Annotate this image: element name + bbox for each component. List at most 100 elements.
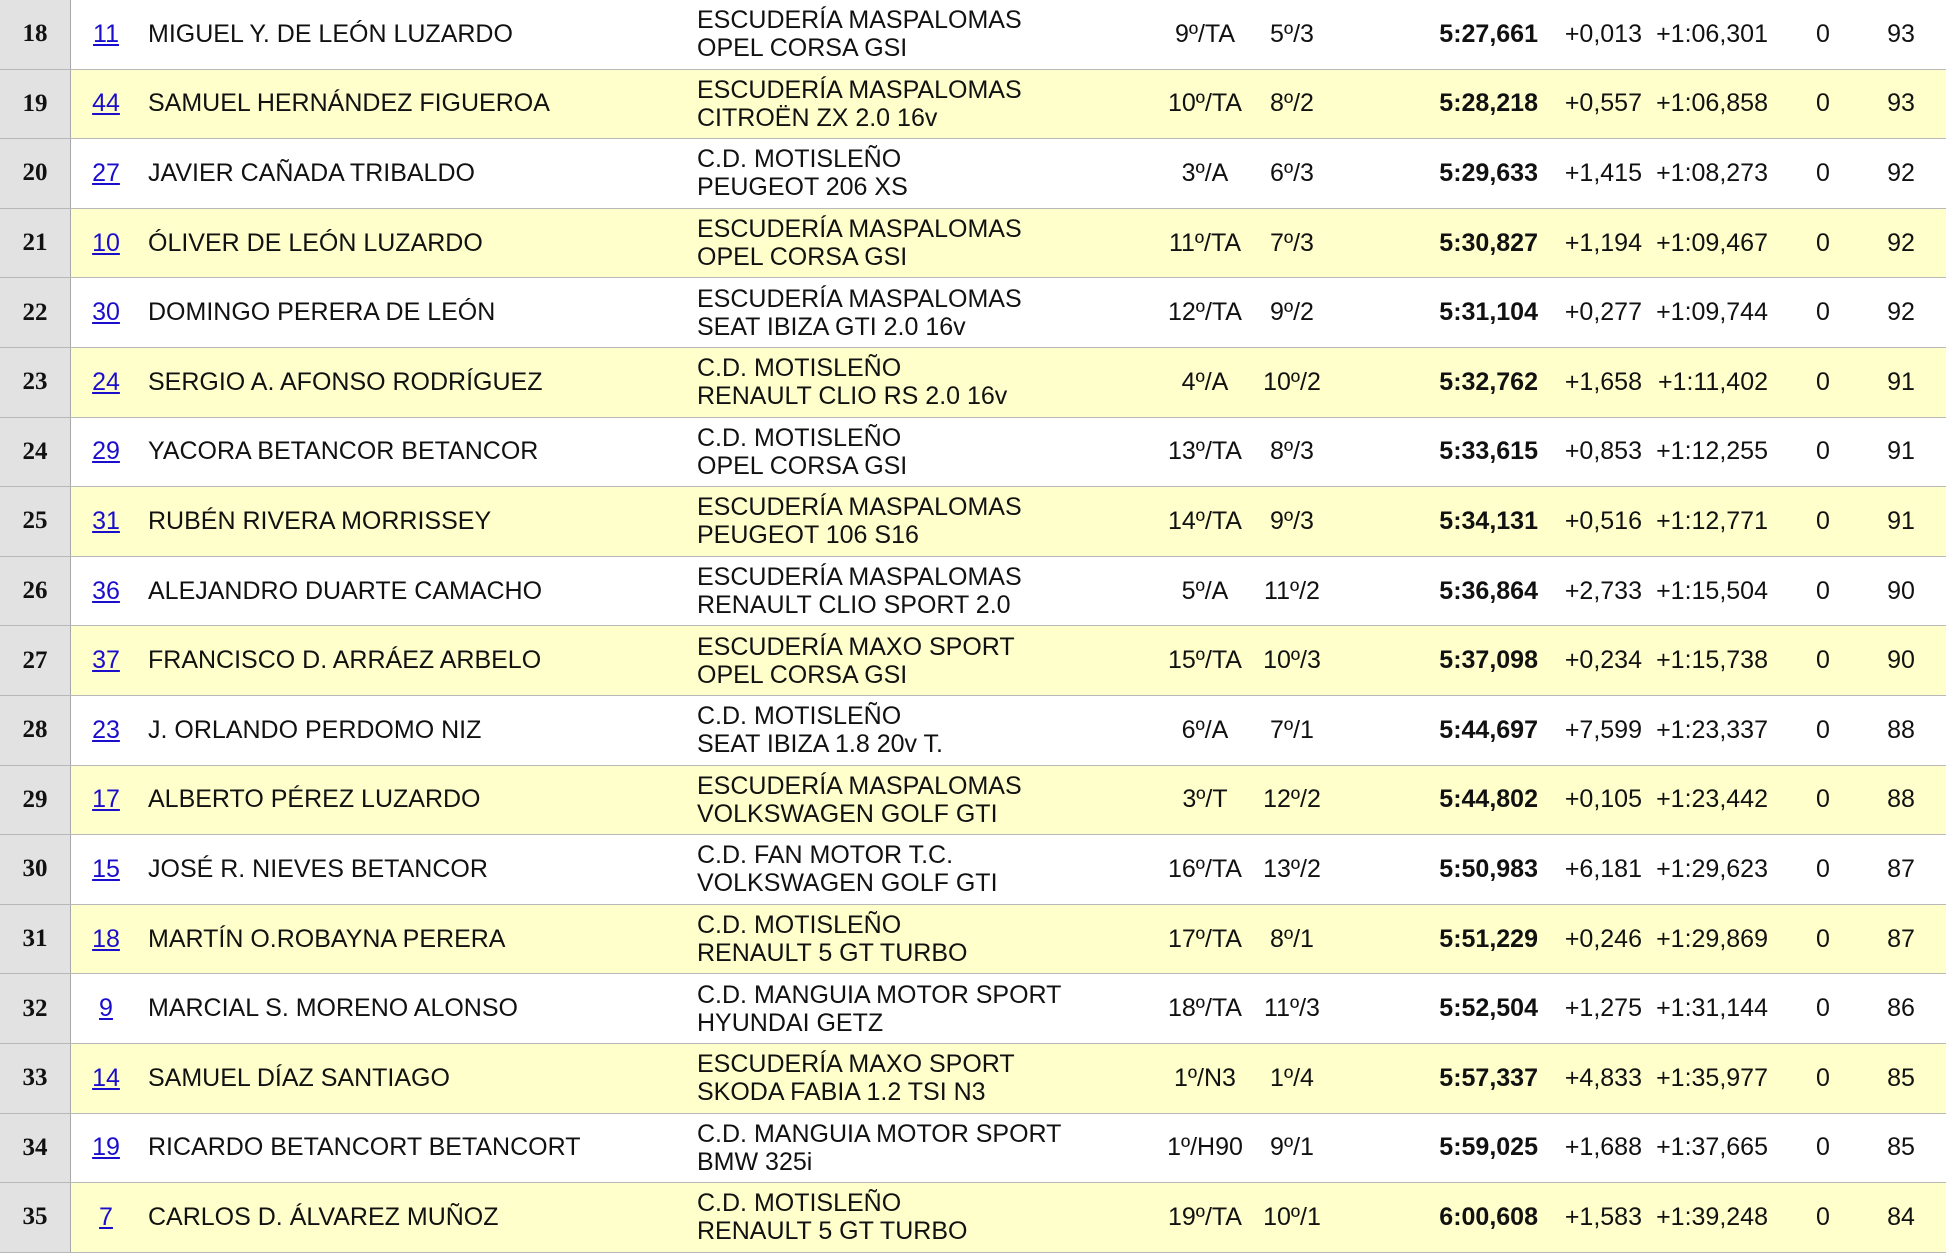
- table-row: 21 10 ÓLIVER DE LEÓN LUZARDO ESCUDERÍA MASP…: [0, 208, 1946, 279]
- diff-leader-cell: +1:06,858: [1656, 89, 1768, 118]
- team-name: C.D. MOTISLEÑO: [697, 145, 902, 174]
- car-number-link[interactable]: 29: [92, 437, 120, 466]
- team-name: ESCUDERÍA MASPALOMAS: [697, 563, 1022, 592]
- penalty-cell: 0: [1816, 367, 1830, 396]
- team-car-cell: ESCUDERÍA MASPALOMAS PEUGEOT 106 S16: [697, 487, 1097, 556]
- class-position-cell: 4º/A: [1181, 367, 1229, 396]
- car-model: PEUGEOT 206 XS: [697, 173, 908, 202]
- car-number-link[interactable]: 36: [92, 577, 120, 606]
- diff-leader-cell: +1:29,623: [1656, 854, 1768, 883]
- car-number-cell: 11: [70, 0, 142, 69]
- group-position-cell: 5º/3: [1270, 19, 1314, 48]
- car-number-cell: 31: [70, 487, 142, 556]
- diff-previous-cell: +1,583: [1564, 1202, 1642, 1231]
- time-cell: 5:32,762: [1439, 367, 1538, 396]
- time-cell: 5:44,697: [1439, 715, 1538, 744]
- driver-name-cell: SAMUEL DÍAZ SANTIAGO: [148, 1063, 450, 1092]
- penalty-cell: 0: [1816, 506, 1830, 535]
- table-row: 33 14 SAMUEL DÍAZ SANTIAGO ESCUDERÍA MAXO S…: [0, 1043, 1946, 1114]
- table-row: 19 44 SAMUEL HERNÁNDEZ FIGUEROA ESCUDERÍA M…: [0, 69, 1946, 140]
- points-cell: 86: [1887, 994, 1915, 1023]
- table-row: 30 15 JOSÉ R. NIEVES BETANCOR C.D. FAN MOTO…: [0, 835, 1946, 905]
- driver-name-cell: DOMINGO PERERA DE LEÓN: [148, 298, 496, 327]
- car-number-link[interactable]: 11: [93, 20, 119, 49]
- car-number-link[interactable]: 18: [92, 925, 120, 954]
- team-car-cell: C.D. MOTISLEÑO RENAULT CLIO RS 2.0 16v: [697, 348, 1097, 417]
- team-car-cell: C.D. MANGUIA MOTOR SPORT HYUNDAI GETZ: [697, 974, 1097, 1043]
- team-car-cell: C.D. MOTISLEÑO PEUGEOT 206 XS: [697, 139, 1097, 208]
- car-number-link[interactable]: 27: [92, 159, 120, 188]
- car-model: PEUGEOT 106 S16: [697, 521, 919, 550]
- car-number-link[interactable]: 31: [92, 507, 120, 536]
- diff-leader-cell: +1:09,744: [1656, 298, 1768, 327]
- diff-leader-cell: +1:11,402: [1657, 367, 1768, 396]
- car-model: HYUNDAI GETZ: [697, 1008, 884, 1037]
- team-car-cell: C.D. MOTISLEÑO RENAULT 5 GT TURBO: [697, 905, 1097, 974]
- penalty-cell: 0: [1816, 576, 1830, 605]
- penalty-cell: 0: [1816, 89, 1830, 118]
- driver-name-cell: CARLOS D. ÁLVAREZ MUÑOZ: [148, 1202, 499, 1231]
- time-cell: 5:36,864: [1439, 576, 1538, 605]
- driver-name-cell: RICARDO BETANCORT BETANCORT: [148, 1133, 581, 1162]
- diff-leader-cell: +1:09,467: [1656, 228, 1768, 257]
- car-number-link[interactable]: 23: [92, 716, 120, 745]
- diff-leader-cell: +1:15,504: [1656, 576, 1768, 605]
- diff-previous-cell: +1,415: [1564, 158, 1642, 187]
- team-car-cell: ESCUDERÍA MAXO SPORT SKODA FABIA 1.2 TSI …: [697, 1044, 1097, 1113]
- points-cell: 92: [1887, 228, 1915, 257]
- group-position-cell: 8º/1: [1270, 924, 1314, 953]
- group-position-cell: 10º/1: [1263, 1202, 1321, 1231]
- group-position-cell: 13º/2: [1263, 854, 1321, 883]
- car-model: RENAULT CLIO RS 2.0 16v: [697, 382, 1008, 411]
- car-number-link[interactable]: 30: [92, 298, 120, 327]
- position-cell: 30: [0, 835, 71, 904]
- car-number-link[interactable]: 7: [99, 1203, 113, 1232]
- diff-leader-cell: +1:06,301: [1656, 19, 1768, 48]
- diff-leader-cell: +1:39,248: [1656, 1202, 1768, 1231]
- car-number-link[interactable]: 9: [99, 994, 113, 1023]
- car-number-link[interactable]: 14: [92, 1064, 120, 1093]
- points-cell: 93: [1887, 89, 1915, 118]
- car-model: VOLKSWAGEN GOLF GTI: [697, 869, 998, 898]
- class-position-cell: 18º/TA: [1168, 994, 1242, 1023]
- table-row: 25 31 RUBÉN RIVERA MORRISSEY ESCUDERÍA MASP…: [0, 487, 1946, 557]
- driver-name-cell: ÓLIVER DE LEÓN LUZARDO: [148, 228, 483, 257]
- driver-name-cell: MARCIAL S. MORENO ALONSO: [148, 994, 518, 1023]
- diff-previous-cell: +0,557: [1564, 89, 1642, 118]
- driver-name-cell: YACORA BETANCOR BETANCOR: [148, 437, 539, 466]
- car-model: VOLKSWAGEN GOLF GTI: [697, 799, 998, 828]
- car-number-link[interactable]: 10: [92, 229, 120, 258]
- car-number-link[interactable]: 44: [92, 89, 120, 118]
- car-number-link[interactable]: 37: [92, 646, 120, 675]
- car-model: SEAT IBIZA 1.8 20v T.: [697, 730, 943, 759]
- group-position-cell: 10º/3: [1263, 646, 1321, 675]
- team-name: ESCUDERÍA MASPALOMAS: [697, 6, 1022, 35]
- car-model: OPEL CORSA GSI: [697, 243, 908, 272]
- points-cell: 92: [1887, 298, 1915, 327]
- car-number-link[interactable]: 24: [92, 368, 120, 397]
- class-position-cell: 12º/TA: [1168, 298, 1242, 327]
- time-cell: 5:44,802: [1439, 785, 1538, 814]
- group-position-cell: 7º/1: [1270, 715, 1314, 744]
- car-number-link[interactable]: 19: [92, 1133, 120, 1162]
- position-cell: 20: [0, 139, 71, 208]
- diff-previous-cell: +4,833: [1564, 1063, 1642, 1092]
- time-cell: 5:57,337: [1439, 1063, 1538, 1092]
- team-car-cell: ESCUDERÍA MASPALOMAS SEAT IBIZA GTI 2.0 1…: [697, 278, 1097, 347]
- driver-name-cell: MIGUEL Y. DE LEÓN LUZARDO: [148, 19, 513, 48]
- table-row: 26 36 ALEJANDRO DUARTE CAMACHO ESCUDERÍA MA…: [0, 556, 1946, 627]
- car-number-cell: 18: [70, 905, 142, 974]
- car-number-link[interactable]: 17: [92, 785, 120, 814]
- car-number-cell: 14: [70, 1044, 142, 1113]
- team-name: ESCUDERÍA MASPALOMAS: [697, 493, 1022, 522]
- diff-leader-cell: +1:08,273: [1656, 158, 1768, 187]
- results-table: 18 11 MIGUEL Y. DE LEÓN LUZARDO ESCUDERÍA M…: [0, 0, 1946, 1253]
- class-position-cell: 6º/A: [1181, 715, 1229, 744]
- car-number-link[interactable]: 15: [92, 855, 120, 884]
- team-name: C.D. MANGUIA MOTOR SPORT: [697, 980, 1062, 1009]
- group-position-cell: 8º/2: [1270, 89, 1314, 118]
- car-model: RENAULT 5 GT TURBO: [697, 939, 968, 968]
- car-model: OPEL CORSA GSI: [697, 34, 908, 63]
- position-cell: 29: [0, 765, 71, 835]
- position-cell: 18: [0, 0, 71, 69]
